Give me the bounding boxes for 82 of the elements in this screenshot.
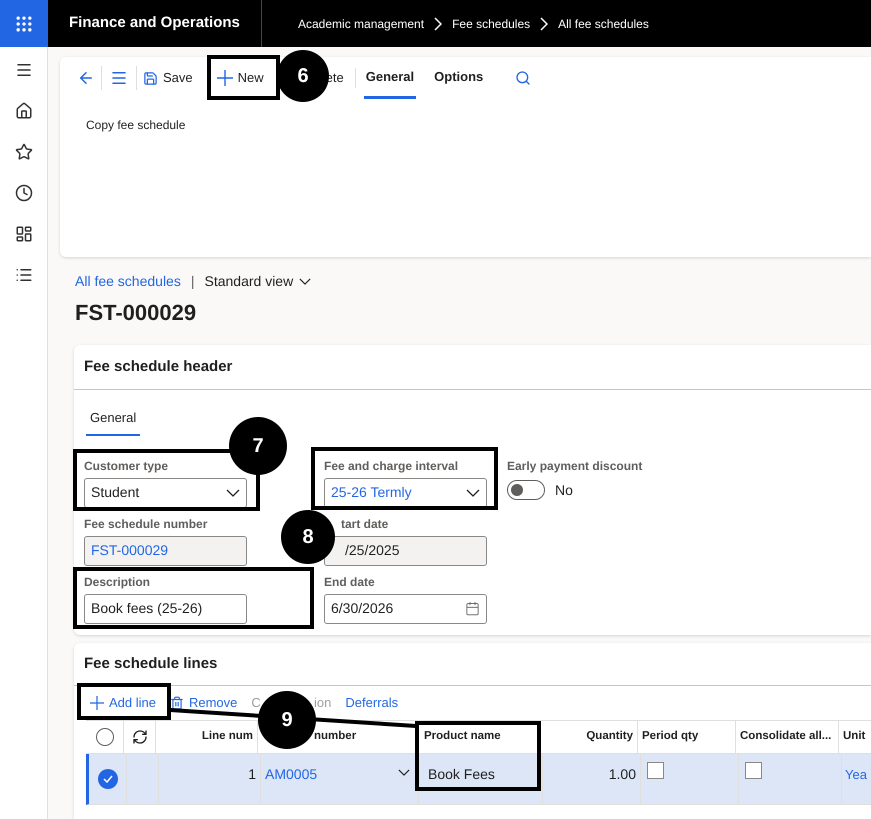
calendar-icon: [465, 601, 480, 616]
chevron-icon: [540, 16, 548, 30]
app-launcher-button[interactable]: [0, 0, 48, 47]
toggle-value: No: [555, 480, 573, 500]
row-checkbox[interactable]: [98, 769, 118, 789]
input-field[interactable]: FST-000029: [84, 536, 247, 566]
column-header[interactable]: Line num: [202, 728, 253, 746]
separator-text: |: [190, 272, 194, 291]
chevron-icon: [466, 488, 480, 496]
field-label: Early payment discount: [507, 458, 644, 474]
check-icon: [102, 775, 112, 783]
chevron-icon: [434, 16, 442, 30]
field-label: tart date: [340, 516, 390, 532]
chevron-icon: [226, 488, 240, 496]
save-button[interactable]: Save: [137, 68, 199, 88]
input-field[interactable]: Book fees (25-26): [84, 594, 247, 624]
table-cell-text: 1: [248, 765, 256, 784]
field-value: FST-000029: [91, 541, 168, 560]
field-label: Fee schedule number: [84, 516, 208, 532]
field-label: Fee and charge interval: [324, 458, 460, 474]
column-header[interactable]: number: [314, 728, 356, 746]
column-header[interactable]: Product name: [424, 728, 501, 746]
save-icon: [143, 70, 158, 86]
date-field[interactable]: 6/30/2026: [324, 594, 487, 624]
column-header[interactable]: Consolidate all...: [740, 728, 832, 746]
disabled-button-text: ion: [314, 694, 332, 712]
list-icon[interactable]: [14, 266, 32, 284]
column-header[interactable]: Unit: [843, 728, 866, 746]
column-header[interactable]: Quantity: [586, 728, 633, 746]
deferrals-button[interactable]: Deferrals: [345, 693, 398, 713]
plus-icon: [216, 70, 233, 86]
app-name: Finance and Operations: [69, 13, 240, 34]
field-label: Customer type: [84, 458, 170, 474]
back-icon[interactable]: [77, 69, 95, 87]
dropdown-field[interactable]: Student: [84, 478, 247, 508]
breadcrumb-link[interactable]: Academic management: [298, 14, 424, 32]
search-icon[interactable]: [515, 70, 532, 86]
dropdown-field[interactable]: 25-26 Termly: [324, 478, 487, 508]
item-link[interactable]: AM0005: [265, 764, 318, 785]
home-icon[interactable]: [14, 102, 32, 120]
table-cell: Book Fees: [428, 766, 495, 782]
breadcrumb-link[interactable]: Fee schedules: [452, 14, 530, 32]
new-button[interactable]: New: [210, 68, 270, 88]
unit-link[interactable]: Yea: [845, 767, 867, 782]
list-link[interactable]: All fee schedules: [75, 271, 181, 292]
table-cell-text: 1.00: [608, 765, 636, 784]
disabled-button-text: C: [251, 694, 261, 712]
record-title: FST-000029: [74, 299, 198, 327]
chevron-icon: [398, 769, 410, 776]
breadcrumb-link[interactable]: All fee schedules: [558, 14, 649, 32]
refresh-icon[interactable]: [132, 729, 148, 745]
table-row[interactable]: 1 AM0005 Book Fees 1.00 Yea: [86, 754, 871, 805]
field-label: End date: [324, 574, 376, 590]
star-icon[interactable]: [14, 143, 32, 161]
remove-button[interactable]: Remove: [170, 693, 238, 713]
action-link[interactable]: Copy fee schedule: [86, 116, 186, 134]
chevron-icon: [299, 278, 312, 285]
input-field[interactable]: /25/2025: [324, 536, 487, 566]
tab[interactable]: General: [364, 57, 416, 99]
column-header[interactable]: Period qty: [642, 728, 698, 746]
plus-icon: [90, 696, 104, 710]
trash-icon: [170, 696, 184, 710]
section-title: Fee schedule header: [84, 356, 232, 377]
field-label: Description: [84, 574, 152, 590]
field-value: 6/30/2026: [331, 599, 394, 618]
field-value: 25-26 Termly: [331, 483, 412, 502]
select-all-checkbox[interactable]: [96, 728, 114, 746]
toggle-switch[interactable]: [507, 480, 545, 500]
menu-icon[interactable]: [14, 61, 32, 79]
tab[interactable]: General: [86, 408, 140, 436]
field-value: Student: [91, 483, 140, 502]
clock-icon[interactable]: [14, 184, 32, 202]
waffle-icon: [14, 14, 34, 34]
workspace-icon[interactable]: [14, 225, 32, 243]
section-title: Fee schedule lines: [84, 654, 218, 674]
add-line-button[interactable]: Add line: [90, 693, 156, 713]
tab[interactable]: Options: [432, 57, 486, 99]
field-value: /25/2025: [345, 541, 400, 560]
view-selector[interactable]: Standard view: [204, 271, 312, 292]
checkbox[interactable]: [647, 762, 664, 779]
field-value: Book fees (25-26): [91, 599, 202, 618]
checkbox[interactable]: [745, 762, 762, 779]
